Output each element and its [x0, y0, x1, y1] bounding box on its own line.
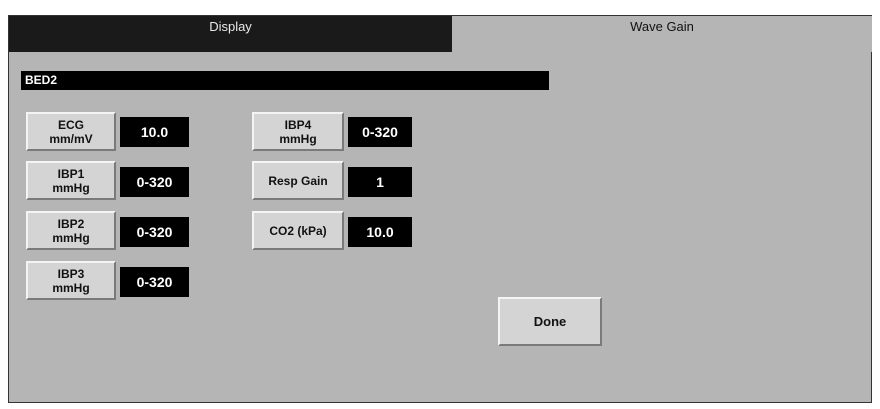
- tab-wave-gain[interactable]: Wave Gain: [452, 16, 872, 52]
- done-label: Done: [533, 313, 567, 329]
- ibp2-scale-button[interactable]: IBP2 mmHg: [26, 211, 116, 250]
- co2-scale-value: 10.0: [348, 217, 412, 247]
- button-label-line1: IBP1: [57, 166, 85, 181]
- button-label-line2: mmHg: [52, 280, 90, 295]
- button-label-line1: IBP2: [57, 216, 85, 231]
- ibp2-scale-value: 0-320: [120, 217, 189, 247]
- ibp4-scale-button[interactable]: IBP4 mmHg: [252, 112, 344, 151]
- button-label-line1: IBP3: [57, 266, 85, 281]
- ecg-gain-value: 10.0: [120, 117, 189, 147]
- co2-scale-button[interactable]: CO2 (kPa): [252, 211, 344, 250]
- button-label-line2: mm/mV: [49, 131, 93, 146]
- ibp4-scale-value: 0-320: [348, 117, 412, 147]
- button-label: CO2 (kPa): [269, 223, 327, 238]
- button-label-line1: IBP4: [284, 117, 312, 132]
- bed-label-bar: BED2: [21, 71, 549, 90]
- button-label: Resp Gain: [268, 173, 328, 188]
- done-button[interactable]: Done: [498, 297, 602, 346]
- button-label-line2: mmHg: [52, 180, 90, 195]
- tab-display[interactable]: Display: [9, 16, 452, 52]
- ibp3-scale-value: 0-320: [120, 267, 189, 297]
- ecg-gain-button[interactable]: ECG mm/mV: [26, 112, 116, 151]
- monitor-screen: Display Wave Gain BED2 ECG mm/mV 10.0 IB…: [8, 15, 872, 403]
- button-label-line1: ECG: [57, 117, 84, 132]
- resp-gain-value: 1: [348, 167, 412, 197]
- resp-gain-button[interactable]: Resp Gain: [252, 161, 344, 200]
- button-label-line2: mmHg: [279, 131, 317, 146]
- ibp3-scale-button[interactable]: IBP3 mmHg: [26, 261, 116, 300]
- button-label-line2: mmHg: [52, 230, 90, 245]
- ibp1-scale-value: 0-320: [120, 167, 189, 197]
- ibp1-scale-button[interactable]: IBP1 mmHg: [26, 161, 116, 200]
